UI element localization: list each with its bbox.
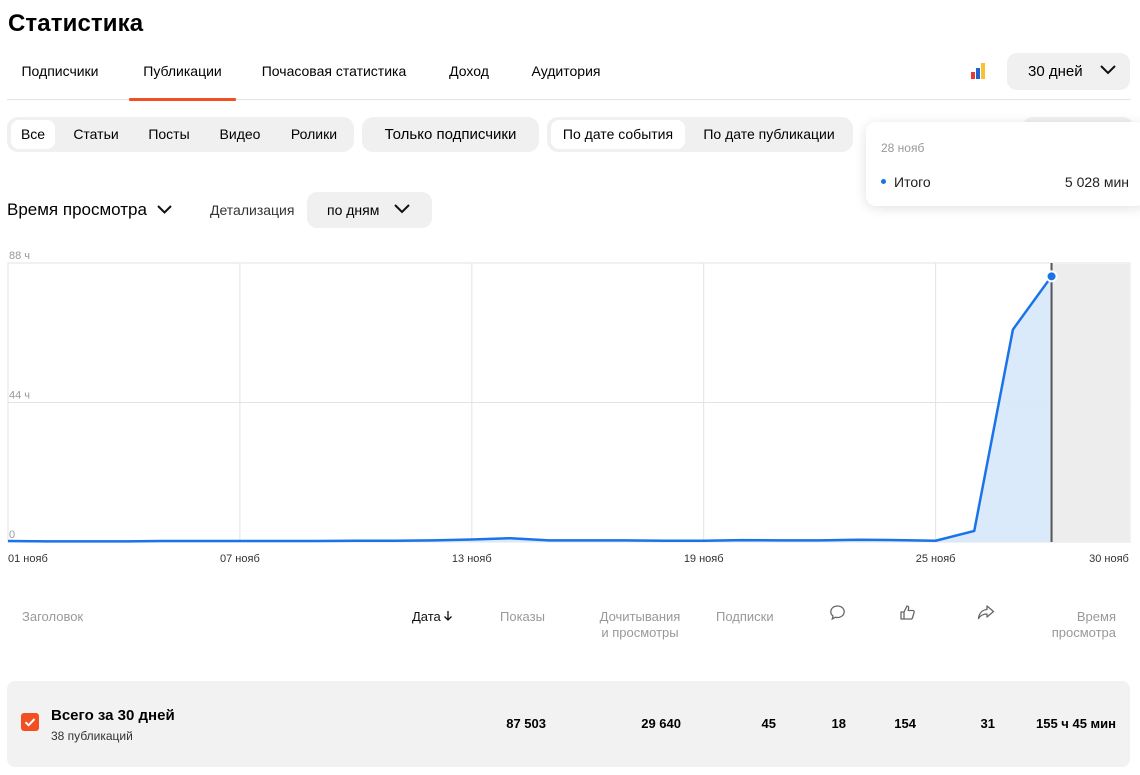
x-tick-label: 30 нояб (1089, 553, 1129, 565)
check-icon (24, 718, 36, 727)
watch-time-chart[interactable]: 0 44 ч 88 ч 01 нояб 07 нояб 13 нояб 19 нояб 25 … (0, 245, 1140, 575)
filter-by-publication-date[interactable]: По дате публикации (693, 120, 845, 149)
x-tick-label: 19 нояб (684, 553, 724, 565)
period-label: 30 дней (1028, 63, 1083, 80)
y-tick-label: 0 (9, 529, 15, 541)
selected-point (1045, 270, 1058, 283)
filter-by-event-date[interactable]: По дате события (551, 120, 685, 149)
share-icon[interactable] (977, 604, 995, 621)
series-line (7, 275, 1053, 543)
tooltip-series-label: Итого (894, 174, 931, 190)
tab-income[interactable]: Доход (439, 50, 499, 100)
col-shows[interactable]: Показы (500, 609, 545, 625)
tab-publications[interactable]: Публикации (129, 50, 236, 101)
x-tick-label: 13 нояб (452, 553, 492, 565)
total-subtitle: 38 публикаций (51, 729, 133, 743)
filter-all[interactable]: Все (11, 120, 55, 149)
total-reads: 29 640 (641, 716, 681, 731)
col-date[interactable]: Дата (412, 609, 453, 625)
like-icon[interactable] (899, 604, 916, 621)
total-checkbox[interactable] (21, 713, 39, 731)
period-dropdown[interactable]: 30 дней (1007, 53, 1130, 90)
col-watch-time[interactable]: Время просмотра (1030, 609, 1116, 641)
col-subs[interactable]: Подписки (716, 609, 774, 625)
col-title[interactable]: Заголовок (22, 609, 83, 625)
tooltip-value: 5 028 мин (1064, 174, 1129, 190)
main-tabs: Подписчики Публикации Почасовая статисти… (7, 50, 1131, 101)
total-likes: 154 (894, 716, 916, 731)
bar-chart-icon[interactable] (971, 63, 989, 79)
detail-value: по дням (327, 202, 380, 218)
filter-video[interactable]: Видео (208, 120, 272, 149)
content-type-filter: Все Статьи Посты Видео Ролики (7, 117, 354, 152)
page-title: Статистика (8, 10, 144, 37)
metric-label: Время просмотра (7, 200, 147, 219)
col-reads-line1: Дочитывания (599, 609, 681, 624)
future-region (1051, 264, 1129, 542)
tooltip-date: 28 нояб (881, 141, 925, 155)
total-shares: 31 (980, 716, 995, 731)
total-title: Всего за 30 дней (51, 707, 175, 724)
chart-tooltip: 28 нояб Итого 5 028 мин (866, 122, 1140, 206)
total-row[interactable]: Всего за 30 дней 38 публикаций 87 503 29… (7, 681, 1130, 767)
col-time-line1: Время (1076, 609, 1116, 624)
sort-down-icon (443, 611, 452, 621)
total-shows: 87 503 (506, 716, 546, 731)
col-date-label: Дата (412, 609, 441, 624)
chevron-down-icon (394, 204, 410, 214)
x-tick-label: 25 нояб (916, 553, 956, 565)
tab-hourly-stats[interactable]: Почасовая статистика (256, 50, 412, 100)
x-tick-label: 01 нояб (8, 553, 48, 565)
series-area (8, 276, 1052, 542)
total-subs: 45 (761, 716, 776, 731)
series-dot-icon (881, 179, 886, 184)
col-reads-line2: и просмотры (601, 625, 679, 640)
col-time-line2: просмотра (1051, 625, 1116, 640)
y-tick-label: 88 ч (9, 250, 30, 262)
subscribers-only-toggle[interactable]: Только подписчики (362, 117, 539, 152)
chevron-down-icon (1100, 65, 1116, 75)
tab-subscribers[interactable]: Подписчики (7, 50, 113, 100)
detail-dropdown[interactable]: по дням (307, 192, 432, 228)
x-tick-label: 07 нояб (220, 553, 260, 565)
filter-posts[interactable]: Посты (137, 120, 201, 149)
date-mode-filter: По дате события По дате публикации (547, 117, 853, 152)
tab-audience[interactable]: Аудитория (523, 50, 609, 100)
detail-label: Детализация (210, 202, 295, 218)
comment-icon[interactable] (829, 604, 846, 621)
y-tick-label: 44 ч (9, 390, 30, 402)
chevron-down-icon (157, 205, 172, 214)
filter-articles[interactable]: Статьи (62, 120, 130, 149)
total-watch-time: 155 ч 45 мин (1036, 716, 1116, 731)
total-comments: 18 (831, 716, 846, 731)
filter-shorts[interactable]: Ролики (279, 120, 349, 149)
metric-dropdown[interactable]: Время просмотра (7, 200, 172, 220)
col-reads[interactable]: Дочитывания и просмотры (590, 609, 690, 641)
